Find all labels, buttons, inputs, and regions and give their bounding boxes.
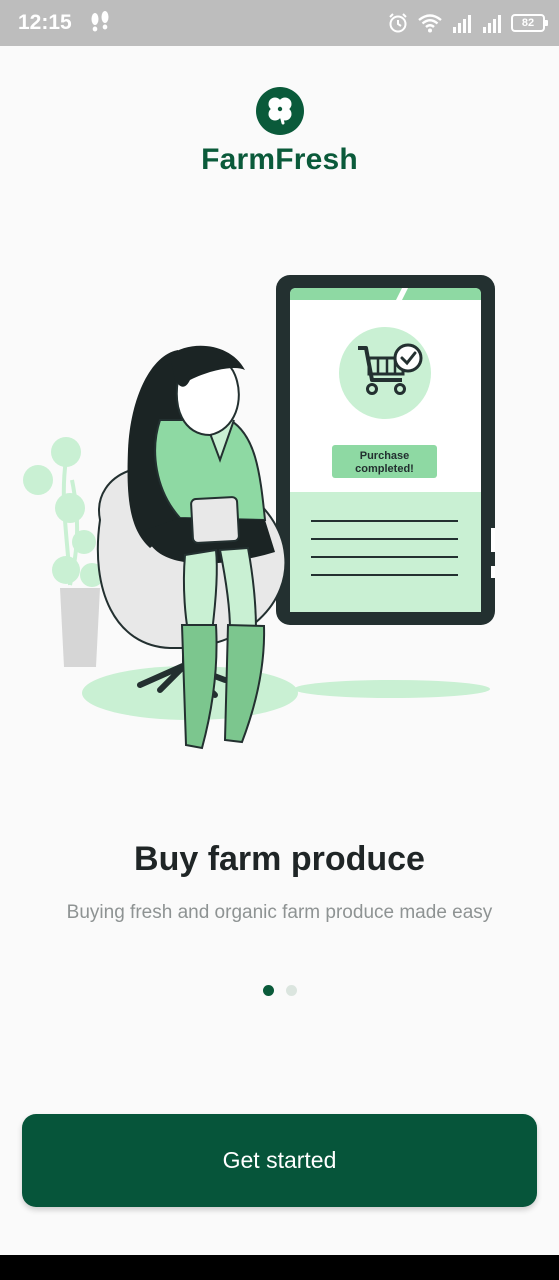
wifi-icon (418, 14, 442, 33)
signal-icon (483, 15, 501, 33)
alarm-icon (389, 13, 407, 33)
battery-icon: 82 (511, 14, 548, 32)
get-started-button[interactable]: Get started (22, 1114, 537, 1207)
purchase-badge-line1: Purchase (360, 450, 410, 462)
status-bar: 12:15 82 (0, 0, 559, 46)
purchase-badge-line2: completed! (355, 463, 414, 475)
onboarding-illustration: Purchase completed! (23, 275, 495, 750)
page-indicator (0, 985, 559, 996)
status-icons: 82 (387, 9, 548, 37)
onboarding-subtitle: Buying fresh and organic farm produce ma… (66, 902, 493, 923)
onboarding-title: Buy farm produce (134, 840, 425, 878)
battery-level: 82 (521, 17, 535, 29)
plant-image (23, 437, 104, 667)
signal-icon (453, 15, 471, 33)
page-dot-inactive[interactable] (285, 985, 297, 996)
footsteps-icon (91, 11, 109, 32)
status-time: 12:15 (18, 11, 72, 34)
page-dot-active[interactable] (262, 985, 274, 996)
clover-icon (256, 87, 304, 135)
phone-image: Purchase completed! (276, 275, 495, 625)
brand-name: FarmFresh (201, 143, 358, 176)
navigation-bar (0, 1255, 559, 1280)
